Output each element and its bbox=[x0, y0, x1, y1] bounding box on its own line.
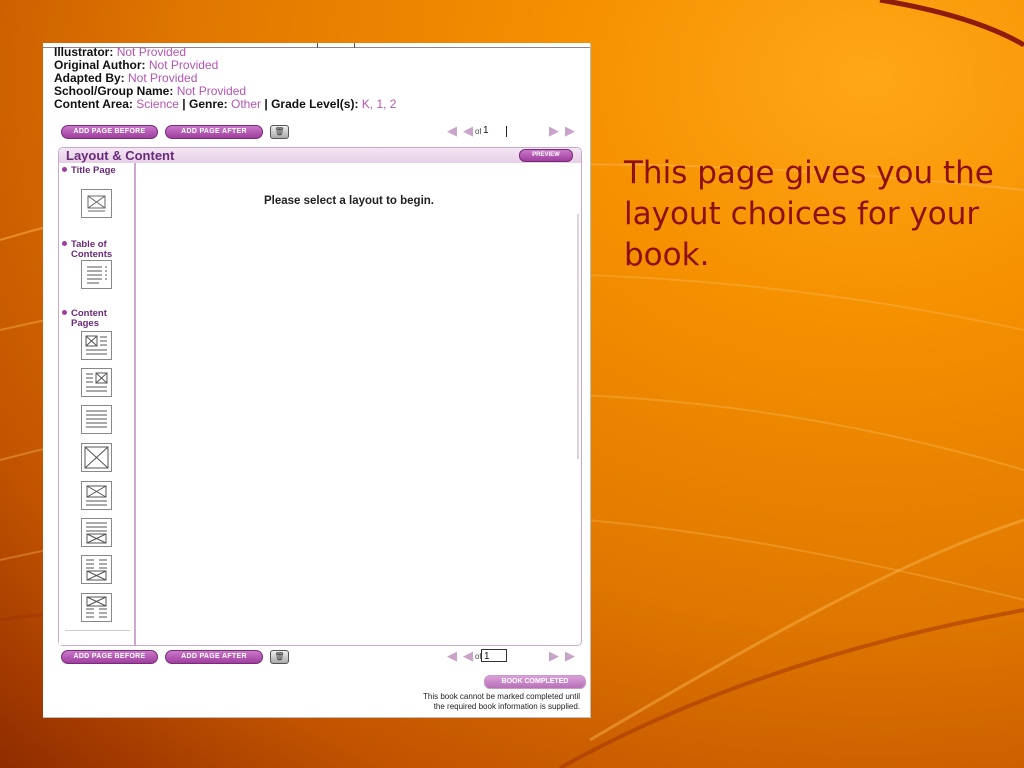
add-page-after-button[interactable]: Add Page After bbox=[165, 650, 263, 664]
previous-page-icon[interactable]: ◀ bbox=[463, 649, 473, 663]
layout-image-above-text-icon bbox=[86, 485, 107, 506]
category-table-of-contents: Table of Contents bbox=[62, 240, 126, 260]
classification-row: Content Area: Science | Genre: Other | G… bbox=[54, 98, 396, 111]
preview-button[interactable]: Preview bbox=[519, 149, 573, 162]
illustrator-label: Illustrator: bbox=[54, 45, 114, 59]
layout-image-top-right-thumbnail[interactable] bbox=[81, 368, 112, 397]
previous-page-icon[interactable]: ◀ bbox=[463, 124, 473, 138]
grade-level-value[interactable]: K, 1, 2 bbox=[362, 97, 397, 111]
layout-text-image-icon bbox=[86, 372, 108, 392]
separator: | bbox=[264, 97, 268, 111]
separator: | bbox=[182, 97, 186, 111]
page-toolbar-bottom: Add Page Before Add Page After 🗑 ◀ ◀ of … bbox=[57, 648, 578, 666]
select-layout-message: Please select a layout to begin. bbox=[263, 195, 434, 207]
layout-image-icon bbox=[84, 446, 109, 469]
layout-text-above-image-icon bbox=[86, 522, 107, 544]
layout-text-above-image-thumbnail[interactable] bbox=[81, 518, 112, 547]
bullet-icon bbox=[62, 310, 67, 315]
layout-title-page-thumbnail[interactable] bbox=[81, 189, 112, 218]
next-page-icon[interactable]: ▶ bbox=[549, 124, 559, 138]
panel-title: Layout & Content bbox=[66, 148, 175, 163]
layout-image-top-left-thumbnail[interactable] bbox=[81, 331, 112, 360]
notice-line-2: the required book information is supplie… bbox=[433, 702, 580, 711]
page-toolbar-top: Add Page Before Add Page After 🗑 ◀ ◀ of … bbox=[57, 123, 578, 141]
school-label: School/Group Name: bbox=[54, 84, 174, 98]
layout-image-two-column-thumbnail[interactable] bbox=[81, 593, 112, 622]
next-page-icon[interactable]: ▶ bbox=[549, 649, 559, 663]
layout-two-column-image-thumbnail[interactable] bbox=[81, 555, 112, 584]
notice-line-1: This book cannot be marked completed unt… bbox=[423, 692, 580, 701]
add-page-before-button[interactable]: Add Page Before bbox=[61, 650, 158, 664]
layout-two-column-image-icon bbox=[86, 559, 107, 581]
trash-icon[interactable]: 🗑 bbox=[270, 650, 289, 664]
layout-image-above-text-thumbnail[interactable] bbox=[81, 481, 112, 510]
add-page-after-button[interactable]: Add Page After bbox=[165, 125, 263, 139]
slide-caption: This page gives you the layout choices f… bbox=[624, 155, 994, 273]
category-content-pages: Content Pages bbox=[62, 309, 126, 329]
category-title-page: Title Page bbox=[62, 166, 126, 176]
bullet-icon bbox=[62, 167, 67, 172]
panel-header: Layout & Content Preview bbox=[59, 148, 581, 163]
panel-scrollbar[interactable] bbox=[577, 214, 579, 459]
adapted-by-value: Not Provided bbox=[128, 71, 198, 85]
layout-toc-thumbnail[interactable] bbox=[81, 260, 112, 289]
adapted-by-label: Adapted By: bbox=[54, 71, 125, 85]
screenshot-panel: Illustrator: Not Provided Original Autho… bbox=[43, 43, 591, 718]
completion-notice: This book cannot be marked completed unt… bbox=[320, 692, 580, 712]
layout-toc-icon bbox=[87, 266, 107, 284]
content-area-value[interactable]: Science bbox=[136, 97, 179, 111]
content-area-label: Content Area: bbox=[54, 97, 133, 111]
book-metadata: Illustrator: Not Provided Original Autho… bbox=[54, 46, 396, 111]
original-author-label: Original Author: bbox=[54, 58, 146, 72]
original-author-value: Not Provided bbox=[148, 58, 219, 72]
school-value: Not Provided bbox=[176, 84, 247, 98]
layout-content-panel: Layout & Content Preview Title Page Tabl… bbox=[58, 147, 582, 646]
page-number-input[interactable]: 1 bbox=[481, 649, 507, 662]
layout-image-two-column-icon bbox=[86, 596, 107, 618]
layout-image-only-thumbnail[interactable] bbox=[81, 443, 112, 472]
genre-label: Genre: bbox=[188, 97, 228, 111]
add-page-before-button[interactable]: Add Page Before bbox=[61, 125, 158, 139]
last-page-icon[interactable]: ▶ bbox=[565, 124, 575, 138]
layout-sidebar: Title Page Table of Contents Content Pag… bbox=[59, 163, 136, 645]
first-page-icon[interactable]: ◀ bbox=[447, 649, 457, 663]
bullet-icon bbox=[62, 241, 67, 246]
layout-image-text-icon bbox=[85, 335, 107, 355]
grade-level-label: Grade Level(s): bbox=[271, 97, 359, 111]
layout-text-only-thumbnail[interactable] bbox=[81, 405, 112, 434]
sidebar-divider bbox=[65, 630, 130, 631]
layout-text-icon bbox=[86, 410, 107, 428]
layout-title-icon bbox=[87, 195, 106, 212]
genre-value[interactable]: Other bbox=[231, 97, 261, 111]
book-completed-button[interactable]: Book Completed bbox=[484, 675, 586, 689]
trash-icon[interactable]: 🗑 bbox=[270, 125, 289, 139]
text-cursor bbox=[506, 126, 507, 137]
page-number-input[interactable]: 1 bbox=[481, 124, 507, 137]
last-page-icon[interactable]: ▶ bbox=[565, 649, 575, 663]
first-page-icon[interactable]: ◀ bbox=[447, 124, 457, 138]
illustrator-value: Not Provided bbox=[116, 45, 187, 59]
